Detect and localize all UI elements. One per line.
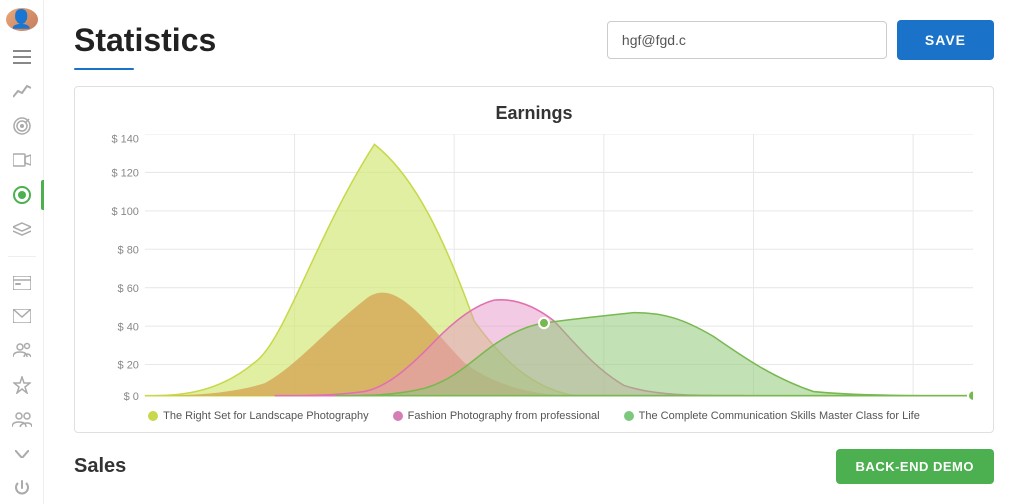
legend-dot-communication: [624, 411, 634, 421]
svg-text:$ 140: $ 140: [111, 134, 138, 145]
earnings-chart-container: Earnings $ 0 $ 20: [74, 86, 994, 433]
chart-legend: The Right Set for Landscape Photography …: [95, 410, 973, 422]
avatar[interactable]: [6, 8, 38, 31]
chart-icon[interactable]: [11, 83, 33, 99]
main-content: Statistics SAVE Earnings: [44, 0, 1024, 504]
svg-text:April: April: [199, 403, 221, 404]
legend-label-communication: The Complete Communication Skills Master…: [639, 410, 920, 422]
divider: [8, 256, 36, 257]
legend-dot-landscape: [148, 411, 158, 421]
video-icon[interactable]: [11, 153, 33, 169]
earnings-chart-area: $ 0 $ 20 $ 40 $ 60 $ 80 $ 100 $ 120 $ 14…: [95, 134, 973, 404]
legend-item-fashion: Fashion Photography from professional: [393, 410, 600, 422]
legend-label-landscape: The Right Set for Landscape Photography: [163, 410, 368, 422]
svg-text:$ 80: $ 80: [118, 244, 139, 256]
email-input[interactable]: [607, 21, 887, 59]
legend-label-fashion: Fashion Photography from professional: [408, 410, 600, 422]
svg-text:August: August: [816, 403, 851, 404]
backend-demo-button[interactable]: BACK-END DEMO: [836, 449, 994, 484]
power-icon[interactable]: [11, 480, 33, 496]
earnings-svg: $ 0 $ 20 $ 40 $ 60 $ 80 $ 100 $ 120 $ 14…: [95, 134, 973, 404]
header-right: SAVE: [607, 20, 994, 60]
layers-icon[interactable]: [11, 222, 33, 238]
svg-text:$ 20: $ 20: [118, 360, 139, 372]
legend-item-landscape: The Right Set for Landscape Photography: [148, 410, 368, 422]
sales-section: Sales BACK-END DEMO: [74, 449, 994, 484]
legend-item-communication: The Complete Communication Skills Master…: [624, 410, 920, 422]
svg-text:$ 100: $ 100: [111, 206, 138, 218]
svg-text:September: September: [946, 403, 973, 404]
earnings-chart-title: Earnings: [95, 103, 973, 124]
svg-text:July: July: [674, 403, 694, 404]
menu-icon[interactable]: [11, 49, 33, 65]
legend-dot-fashion: [393, 411, 403, 421]
header-underline: [74, 68, 134, 70]
svg-text:$ 120: $ 120: [111, 167, 138, 179]
svg-text:$ 0: $ 0: [124, 391, 139, 403]
svg-text:$ 60: $ 60: [118, 283, 139, 295]
group-icon[interactable]: [11, 342, 33, 358]
card-icon[interactable]: [11, 275, 33, 291]
target-icon[interactable]: [11, 117, 33, 135]
people-icon[interactable]: [11, 412, 33, 428]
save-button[interactable]: SAVE: [897, 20, 994, 60]
chevron-down-icon[interactable]: [11, 446, 33, 462]
page-title: Statistics: [74, 22, 216, 59]
sidebar: [0, 0, 44, 504]
star-icon[interactable]: [11, 376, 33, 394]
mail-icon[interactable]: [11, 309, 33, 325]
svg-text:May: May: [364, 403, 385, 404]
svg-text:June: June: [522, 403, 546, 404]
svg-text:$ 40: $ 40: [118, 321, 139, 333]
header: Statistics SAVE: [74, 20, 994, 60]
sales-title: Sales: [74, 455, 126, 478]
circle-active-icon[interactable]: [11, 186, 33, 204]
